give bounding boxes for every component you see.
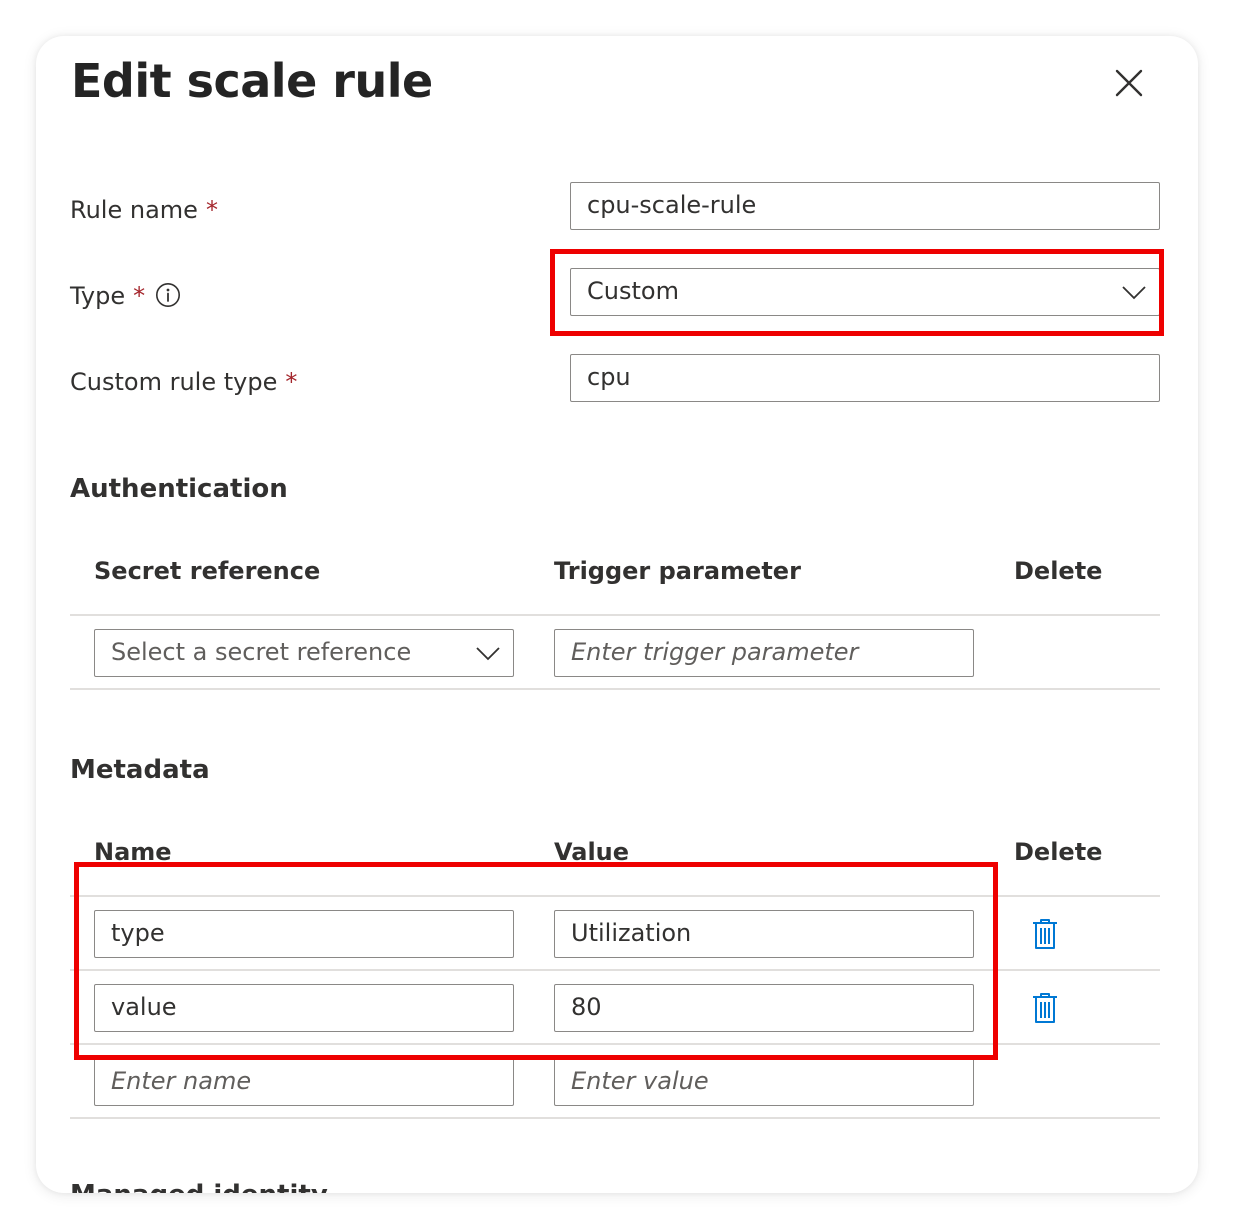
custom-rule-type-label: Custom rule type * <box>70 368 297 396</box>
close-icon[interactable] <box>1109 63 1149 103</box>
info-icon[interactable] <box>155 282 181 308</box>
delete-column-header: Delete <box>1014 557 1103 585</box>
divider <box>70 614 1160 616</box>
custom-rule-type-label-text: Custom rule type <box>70 368 278 396</box>
delete-icon[interactable] <box>1030 917 1060 951</box>
highlight-box-type <box>550 249 1164 336</box>
required-marker: * <box>133 282 146 310</box>
type-label: Type * <box>70 282 181 310</box>
edit-scale-rule-panel: Edit scale rule Rule name * cpu-scale-rul… <box>36 36 1198 1193</box>
required-marker: * <box>285 368 298 396</box>
rule-name-input[interactable]: cpu-scale-rule <box>570 182 1160 230</box>
secret-reference-column-header: Secret reference <box>94 557 321 585</box>
rule-name-label: Rule name * <box>70 196 218 224</box>
divider <box>70 688 1160 690</box>
trigger-parameter-column-header: Trigger parameter <box>554 557 801 585</box>
metadata-section-title: Metadata <box>70 755 210 785</box>
chevron-down-icon <box>475 642 501 664</box>
required-marker: * <box>205 196 218 224</box>
trigger-parameter-input[interactable]: Enter trigger parameter <box>554 629 974 677</box>
panel-title: Edit scale rule <box>71 54 433 108</box>
new-metadata-name-input[interactable]: Enter name <box>94 1058 514 1106</box>
managed-identity-section-title: Managed identity <box>70 1180 328 1193</box>
divider <box>70 1117 1160 1119</box>
delete-column-header: Delete <box>1014 838 1103 866</box>
delete-icon[interactable] <box>1030 991 1060 1025</box>
type-label-text: Type <box>70 282 126 310</box>
highlight-box-metadata <box>74 862 998 1060</box>
authentication-section-title: Authentication <box>70 474 288 504</box>
secret-reference-placeholder: Select a secret reference <box>111 638 412 666</box>
secret-reference-dropdown[interactable]: Select a secret reference <box>94 629 514 677</box>
new-metadata-value-input[interactable]: Enter value <box>554 1058 974 1106</box>
rule-name-label-text: Rule name <box>70 196 198 224</box>
custom-rule-type-input[interactable]: cpu <box>570 354 1160 402</box>
